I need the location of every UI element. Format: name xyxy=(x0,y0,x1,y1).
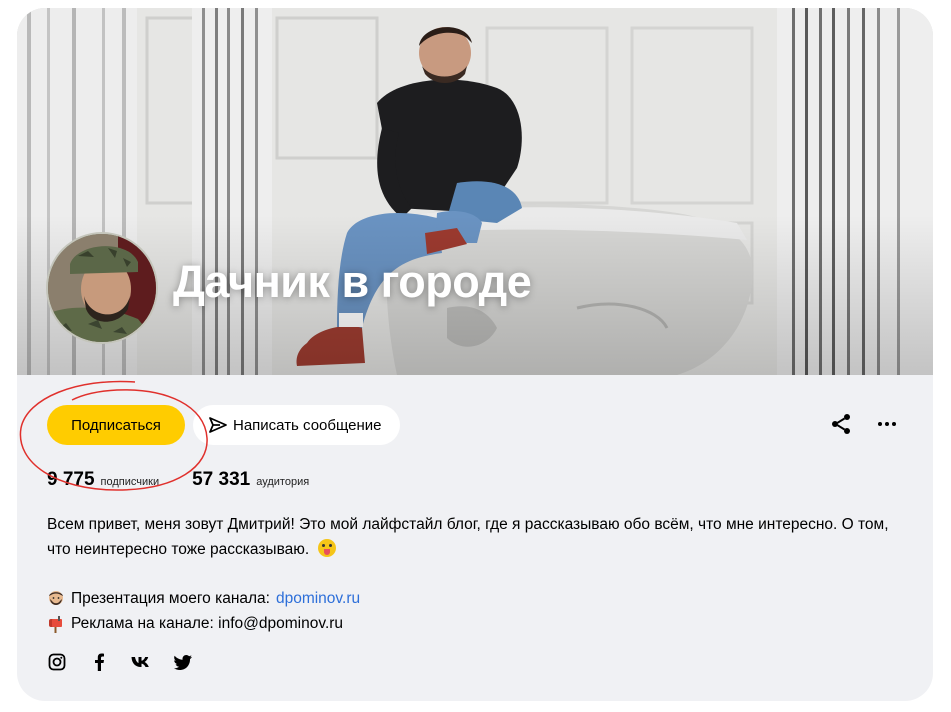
presentation-label: Презентация моего канала: xyxy=(71,590,270,607)
instagram-icon xyxy=(48,653,66,671)
channel-description: Всем привет, меня зовут Дмитрий! Это мой… xyxy=(47,512,897,562)
send-icon xyxy=(209,417,227,433)
description-text: Всем привет, меня зовут Дмитрий! Это мой… xyxy=(47,516,889,558)
write-message-button[interactable]: Написать сообщение xyxy=(193,405,400,445)
facebook-icon xyxy=(95,653,104,671)
more-icon xyxy=(878,422,882,426)
write-message-label: Написать сообщение xyxy=(233,416,382,434)
subscribe-button[interactable]: Подписаться xyxy=(47,405,185,445)
channel-links: Презентация моего канала: dpominov.ru Ре… xyxy=(47,586,360,636)
avatar-photo xyxy=(48,234,156,342)
channel-stats: 9 775 подписчики 57 331 аудитория xyxy=(47,469,309,491)
twitter-link[interactable] xyxy=(173,652,193,672)
bearded-man-emoji-icon xyxy=(49,590,63,605)
vk-icon xyxy=(131,657,149,667)
share-icon xyxy=(832,414,850,434)
channel-cover-image: Дачник в городе xyxy=(17,8,933,375)
channel-card: Дачник в городе Подписаться Написать соо… xyxy=(17,8,933,701)
tongue-face-emoji-icon xyxy=(317,539,336,557)
channel-title: Дачник в городе xyxy=(173,256,532,307)
share-button[interactable] xyxy=(829,412,853,436)
presentation-link[interactable]: dpominov.ru xyxy=(276,586,360,611)
mailbox-emoji-icon xyxy=(49,615,62,633)
audience-label: аудитория xyxy=(256,476,310,488)
more-options-button[interactable] xyxy=(875,412,899,436)
ads-row: Реклама на канале: info@dpominov.ru xyxy=(47,611,360,636)
presentation-row: Презентация моего канала: dpominov.ru xyxy=(47,586,360,611)
facebook-link[interactable] xyxy=(89,652,109,672)
channel-avatar[interactable] xyxy=(46,232,158,344)
subscribers-label: подписчики xyxy=(100,476,160,488)
ads-label: Реклама на канале: info@dpominov.ru xyxy=(71,615,344,632)
instagram-link[interactable] xyxy=(47,652,67,672)
social-links xyxy=(47,652,193,672)
subscribers-count: 9 775 xyxy=(47,469,95,490)
subscribe-button-label: Подписаться xyxy=(71,416,161,434)
vk-link[interactable] xyxy=(131,652,151,672)
twitter-icon xyxy=(174,654,192,670)
audience-count: 57 331 xyxy=(192,469,251,490)
